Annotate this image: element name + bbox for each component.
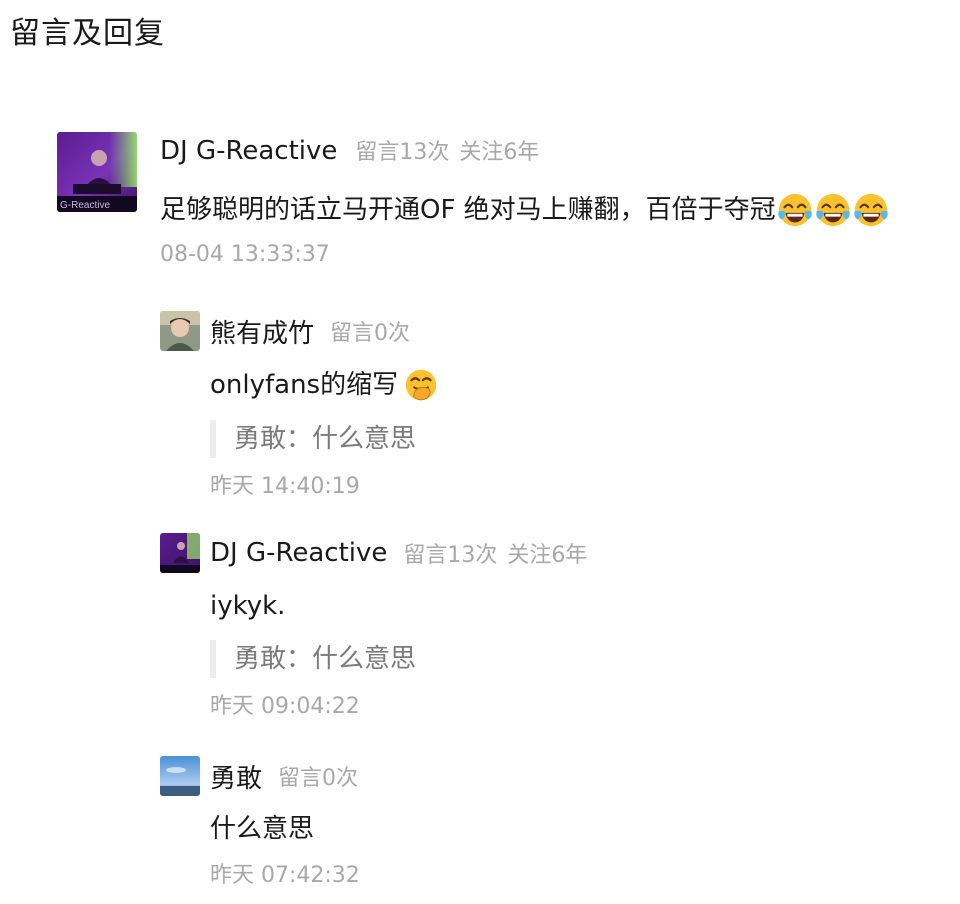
- message-count: 留言0次: [330, 321, 411, 346]
- quoted-reply: 勇敢：什么意思: [210, 640, 940, 678]
- comment-body: 足够聪明的话立马开通OF 绝对马上赚翻，百倍于夺冠: [160, 195, 776, 225]
- reply-body: onlyfans的缩写: [210, 370, 399, 400]
- follow-years: 关注6年: [507, 543, 588, 568]
- reply-time: 昨天 09:04:22: [210, 694, 360, 719]
- reply-body: iykyk.: [210, 591, 286, 621]
- hand-over-mouth-icon: [402, 366, 440, 404]
- reply-time: 昨天 07:42:32: [210, 863, 360, 888]
- avatar[interactable]: G-Reactive: [57, 132, 137, 212]
- reply-item: 熊有成竹 留言0次 onlyfans的缩写 勇敢：什么意思 昨天 14:40:1…: [160, 310, 940, 502]
- reply-author[interactable]: 熊有成竹: [210, 313, 314, 350]
- message-count: 留言13次: [355, 140, 450, 165]
- comment-text: 足够聪明的话立马开通OF 绝对马上赚翻，百倍于夺冠: [160, 190, 890, 230]
- avatar[interactable]: [160, 311, 200, 351]
- avatar[interactable]: [160, 756, 200, 796]
- reply-item: 勇敢 留言0次 什么意思 昨天 07:42:32: [160, 755, 940, 891]
- message-count: 留言13次: [403, 543, 498, 568]
- avatar[interactable]: [160, 533, 200, 573]
- reply-body: 什么意思: [210, 814, 315, 844]
- message-count: 留言0次: [278, 766, 359, 791]
- comment-time: 08-04 13:33:37: [160, 242, 330, 267]
- reply-author[interactable]: 勇敢: [210, 758, 262, 795]
- comment-author[interactable]: DJ G-Reactive: [160, 136, 337, 166]
- svg-text:G-Reactive: G-Reactive: [60, 200, 110, 211]
- tears-of-joy-icon: [776, 191, 814, 229]
- quoted-reply: 勇敢：什么意思: [210, 420, 940, 458]
- reply-time: 昨天 14:40:19: [210, 474, 360, 499]
- reply-item: DJ G-Reactive 留言13次 关注6年 iykyk. 勇敢：什么意思 …: [160, 532, 940, 722]
- tears-of-joy-icon: [814, 191, 852, 229]
- reply-author[interactable]: DJ G-Reactive: [210, 538, 387, 568]
- page-title: 留言及回复: [10, 16, 165, 51]
- tears-of-joy-icon: [852, 191, 890, 229]
- follow-years: 关注6年: [459, 140, 540, 165]
